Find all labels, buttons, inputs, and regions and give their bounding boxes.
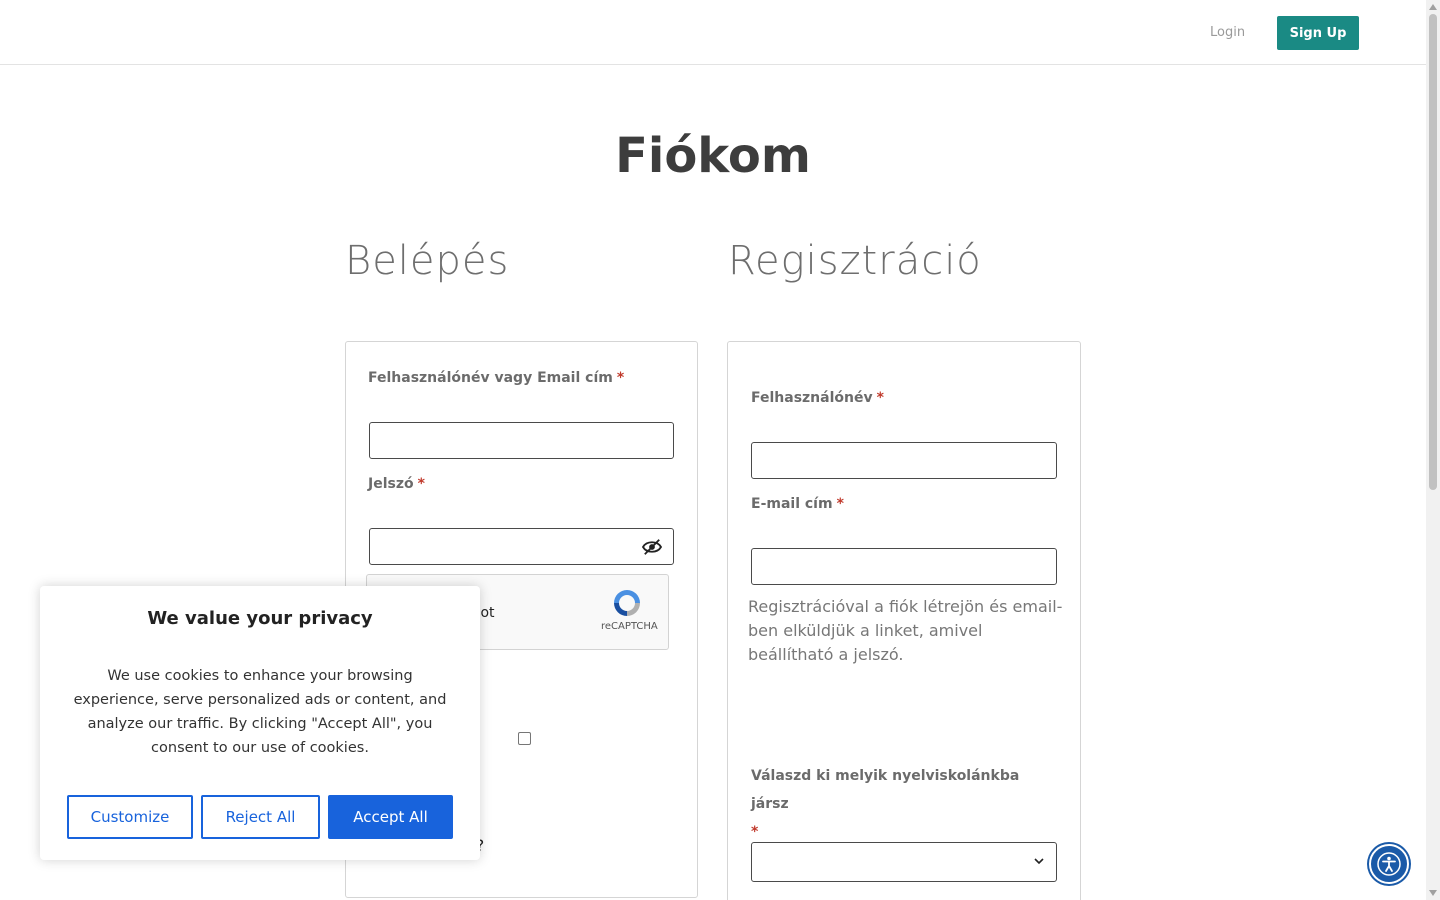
- cookie-reject-button[interactable]: Reject All: [201, 795, 320, 839]
- login-username-label-text: Felhasználónév vagy Email cím: [368, 370, 613, 386]
- required-mark: *: [616, 370, 625, 386]
- accessibility-icon: [1377, 852, 1401, 876]
- register-username-label: Felhasználónév *: [751, 390, 884, 406]
- login-link[interactable]: Login: [1210, 25, 1245, 40]
- page-title: Fiókom: [615, 128, 811, 184]
- top-header: Login Sign Up: [0, 0, 1426, 65]
- login-username-input[interactable]: [369, 422, 674, 459]
- login-username-label: Felhasználónév vagy Email cím *: [368, 370, 624, 386]
- login-password-label: Jelszó *: [368, 476, 425, 492]
- required-mark: *: [417, 476, 425, 492]
- register-email-label: E-mail cím *: [751, 496, 844, 512]
- cookie-accept-button[interactable]: Accept All: [328, 795, 453, 839]
- login-password-input[interactable]: [369, 528, 674, 565]
- signup-button[interactable]: Sign Up: [1277, 16, 1359, 50]
- register-username-input[interactable]: [751, 442, 1057, 479]
- register-email-label-text: E-mail cím: [751, 496, 833, 512]
- register-note: Regisztrációval a fiók létrejön és email…: [748, 597, 1063, 664]
- cookie-title: We value your privacy: [147, 608, 373, 629]
- cookie-customize-button[interactable]: Customize: [67, 795, 193, 839]
- register-username-label-text: Felhasználónév: [751, 390, 873, 406]
- page: Login Sign Up Fiókom Belépés Regisztráci…: [0, 0, 1440, 900]
- school-select-label-text: Válaszd ki melyik nyelviskolánkba jársz: [751, 768, 1020, 812]
- cookie-consent-banner: We value your privacy We use cookies to …: [40, 586, 480, 860]
- school-select[interactable]: [751, 842, 1057, 882]
- chevron-down-icon: [1034, 858, 1044, 865]
- required-mark: *: [751, 824, 759, 840]
- remember-me-checkbox[interactable]: [518, 732, 531, 745]
- required-mark: *: [876, 390, 884, 406]
- required-mark: *: [836, 496, 844, 512]
- eye-slash-icon[interactable]: [641, 538, 663, 556]
- register-email-input[interactable]: [751, 548, 1057, 585]
- scroll-up-icon[interactable]: [1429, 4, 1437, 10]
- scroll-down-icon[interactable]: [1429, 890, 1437, 896]
- login-section-title: Belépés: [345, 238, 510, 284]
- accessibility-button[interactable]: [1369, 844, 1409, 884]
- recaptcha-icon: [614, 590, 640, 616]
- cookie-text: We use cookies to enhance your browsing …: [73, 668, 447, 756]
- recaptcha-brand: reCAPTCHA: [601, 621, 658, 632]
- register-section-title: Regisztráció: [728, 238, 982, 284]
- login-password-label-text: Jelszó: [368, 476, 414, 492]
- scrollbar[interactable]: [1426, 0, 1440, 900]
- school-select-label: Válaszd ki melyik nyelviskolánkba jársz *: [751, 762, 1051, 846]
- scroll-thumb[interactable]: [1429, 14, 1437, 490]
